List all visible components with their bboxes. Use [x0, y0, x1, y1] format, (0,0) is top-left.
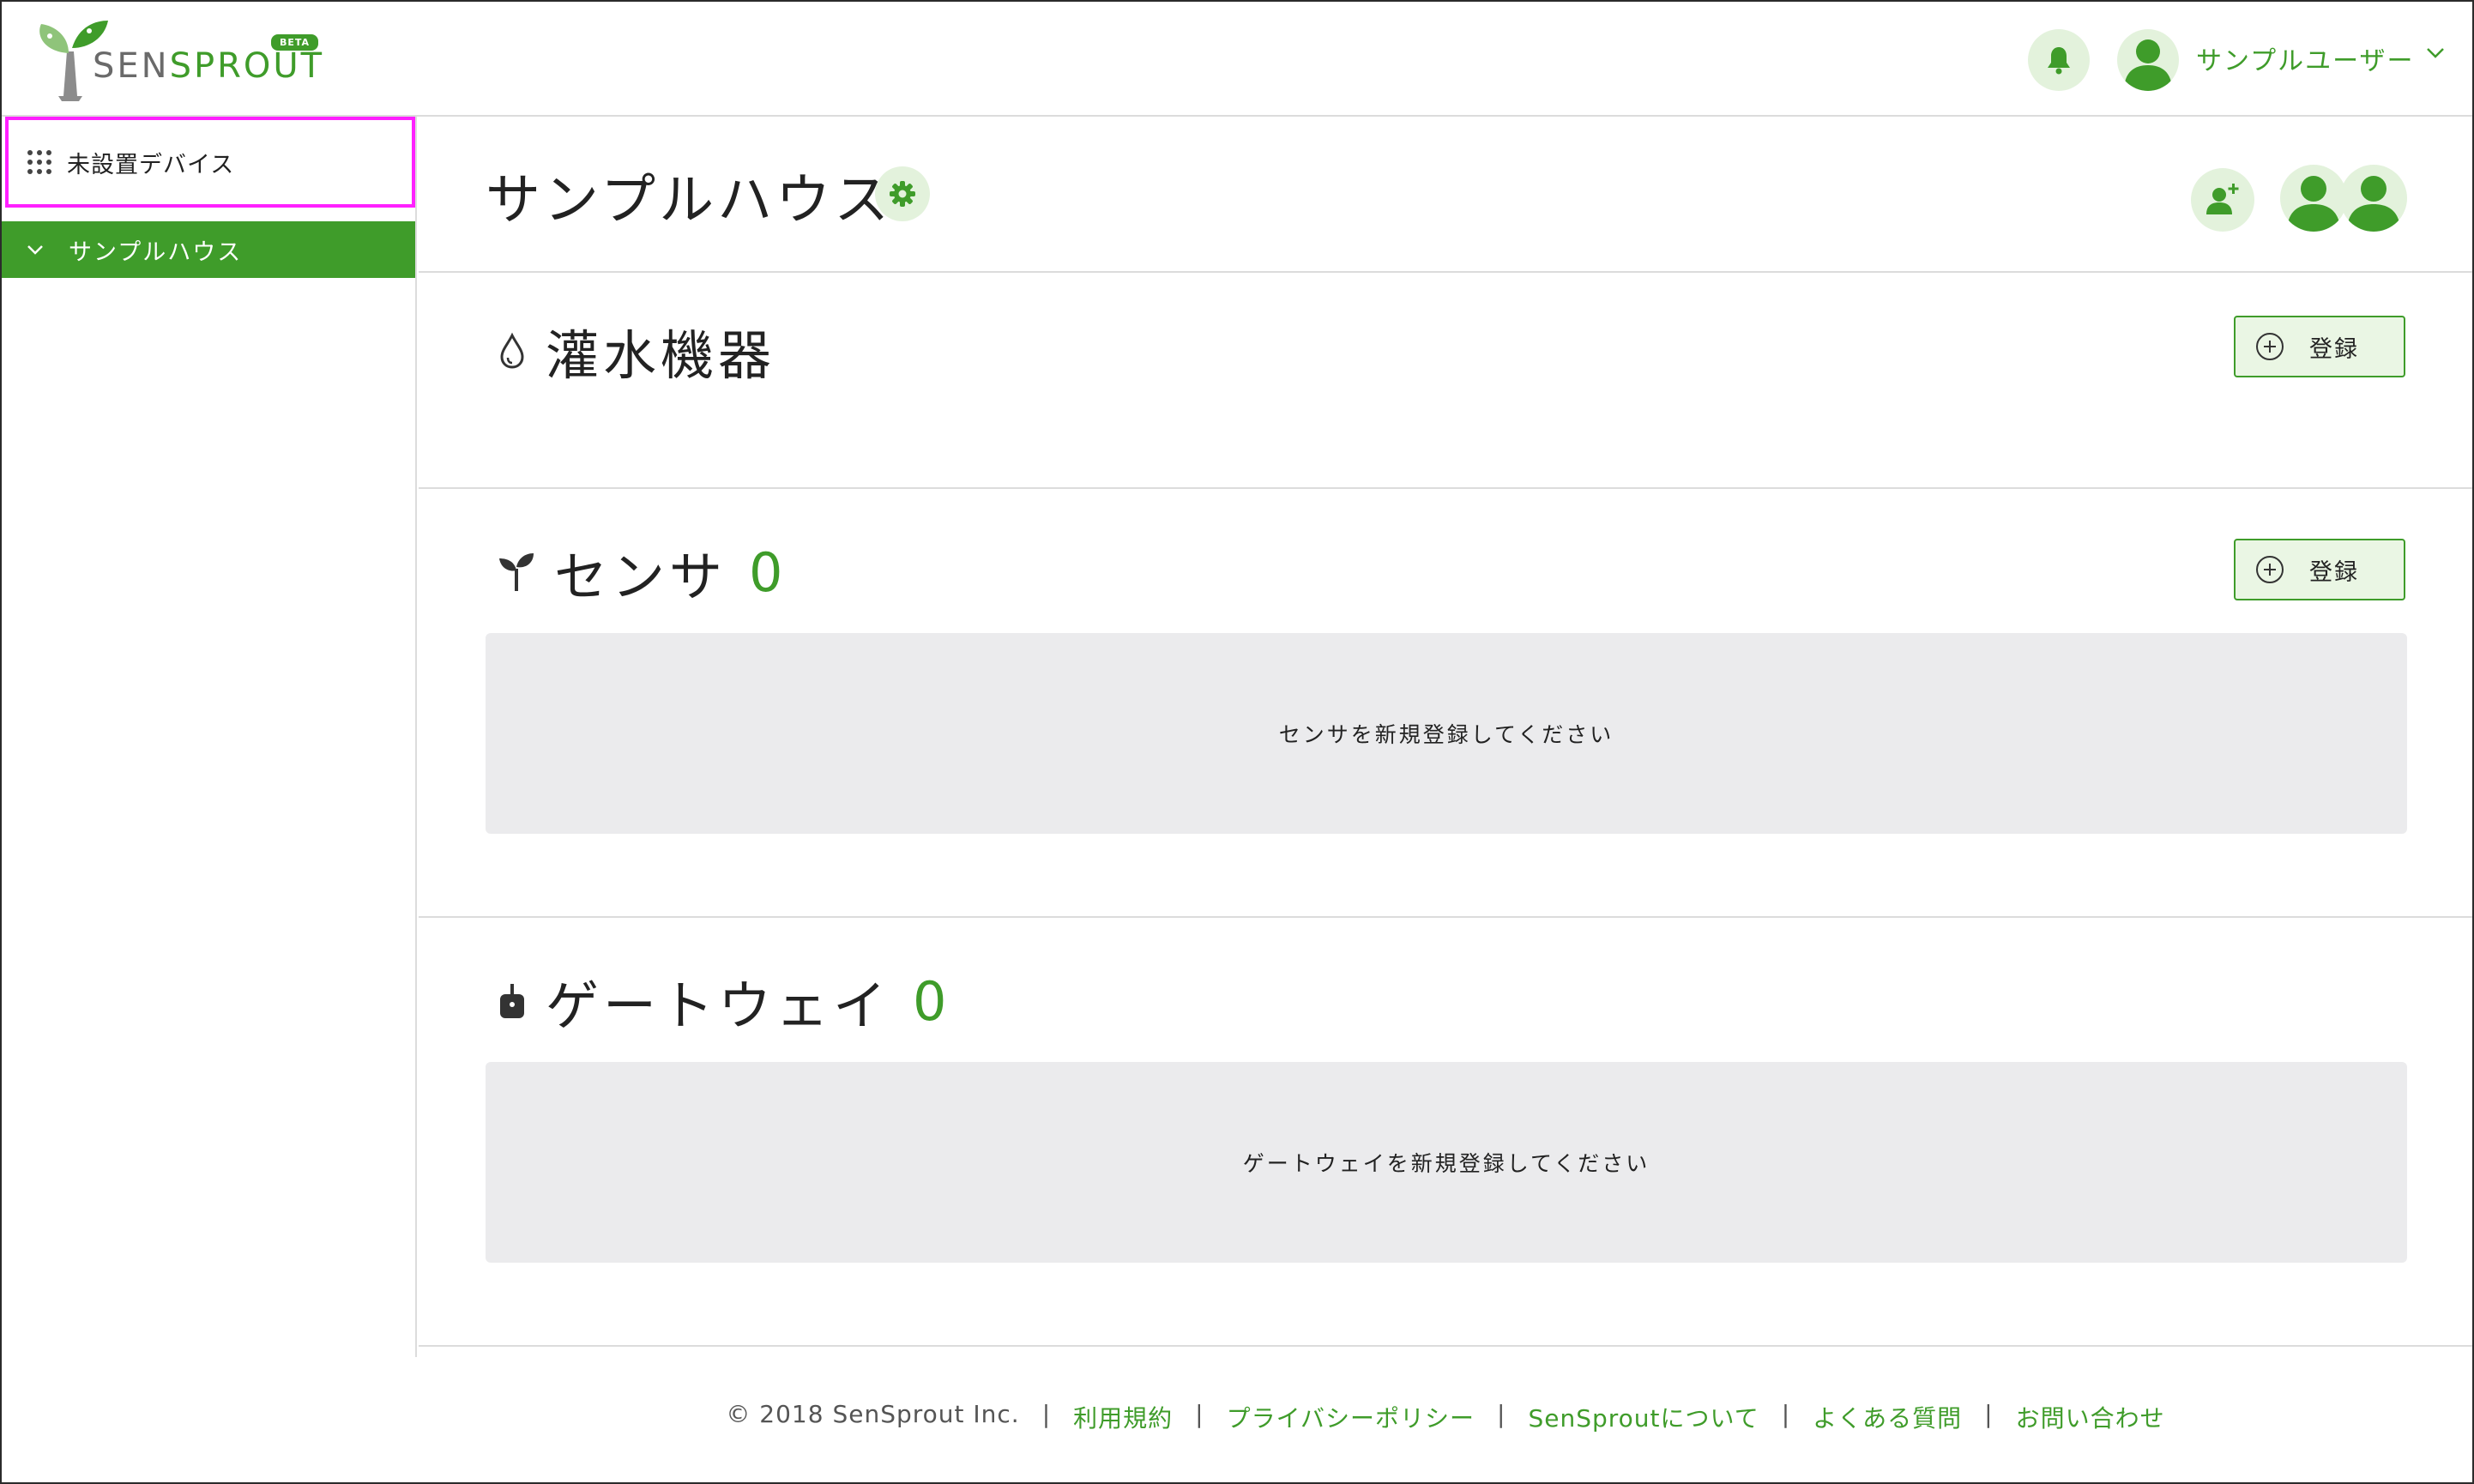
plus-circle-icon [2256, 333, 2284, 360]
add-member-button[interactable] [2191, 168, 2254, 232]
footer-link-privacy[interactable]: プライバシーポリシー [1227, 1400, 1475, 1434]
sidebar: 未設置デバイス サンプルハウス [2, 117, 417, 1357]
footer-link-faq[interactable]: よくある質問 [1813, 1400, 1962, 1434]
section-title: センサ [554, 546, 727, 608]
sensprout-logo[interactable]: SENSPROUT BETA [34, 17, 326, 103]
gateway-empty-state: ゲートウェイを新規登録してください [486, 1062, 2407, 1263]
section-heading: 灌水機器 [498, 312, 775, 389]
register-label: 登録 [2309, 558, 2359, 586]
footer-separator: | [1497, 1400, 1506, 1428]
gateway-count: 0 [913, 969, 947, 1033]
logo-text-sprout: SPROUT [169, 46, 325, 86]
chevron-down-icon[interactable] [2426, 46, 2445, 60]
sensor-section: センサ 0 登録 センサを新規登録してください [419, 489, 2472, 918]
member-avatar[interactable] [2340, 165, 2407, 232]
logo-wordmark: SENSPROUT [93, 46, 324, 86]
register-irrigation-button[interactable]: 登録 [2234, 316, 2405, 377]
footer: © 2018 SenSprout Inc. | 利用規約 | プライバシーポリシ… [419, 1357, 2472, 1477]
gateway-section: ゲートウェイ 0 登録 ゲートウェイを新規登録してください [419, 918, 2472, 1347]
footer-link-contact[interactable]: お問い合わせ [2016, 1400, 2165, 1434]
app-frame: SENSPROUT BETA サンプルユーザー 未設置デバイス サンプルハウス … [0, 0, 2474, 1484]
section-heading: ゲートウェイ 0 [498, 962, 946, 1040]
sensor-count: 0 [749, 540, 783, 604]
gear-icon [890, 181, 915, 207]
user-avatar[interactable] [2117, 29, 2179, 91]
member-avatar[interactable] [2280, 165, 2347, 232]
footer-link-about[interactable]: SenSproutについて [1528, 1400, 1759, 1434]
sidebar-item-label: 未設置デバイス [67, 151, 235, 178]
footer-separator: | [1041, 1400, 1052, 1428]
footer-separator: | [1984, 1400, 1994, 1428]
bell-icon [2048, 47, 2070, 75]
chevron-down-icon [27, 245, 43, 255]
notification-button[interactable] [2028, 29, 2090, 91]
gateway-icon [500, 984, 524, 1018]
section-title: 灌水機器 [546, 324, 776, 387]
water-drop-icon [500, 332, 524, 369]
footer-copyright: © 2018 SenSprout Inc. [726, 1400, 1020, 1428]
empty-message: ゲートウェイを新規登録してください [1242, 1151, 1650, 1176]
irrigation-section: 灌水機器 登録 [419, 273, 2472, 489]
footer-link-terms[interactable]: 利用規約 [1073, 1400, 1173, 1434]
user-icon [2287, 176, 2340, 232]
add-user-icon [2206, 184, 2239, 214]
beta-badge: BETA [271, 34, 319, 51]
logo-text-sen: SEN [93, 46, 170, 86]
page-title: サンプルハウス [486, 169, 893, 232]
user-icon [2124, 39, 2172, 91]
sidebar-item-sample-house[interactable]: サンプルハウス [2, 221, 415, 278]
top-header: SENSPROUT BETA サンプルユーザー [2, 2, 2472, 117]
sidebar-item-label: サンプルハウス [69, 238, 243, 266]
sidebar-item-unplaced-devices[interactable]: 未設置デバイス [5, 117, 415, 208]
grid-icon [27, 150, 51, 174]
house-header: サンプルハウス [419, 117, 2472, 273]
section-title: ゲートウェイ [546, 974, 891, 1037]
user-icon [2347, 176, 2400, 232]
sprout-icon [499, 553, 534, 591]
empty-message: センサを新規登録してください [1278, 722, 1614, 747]
plus-circle-icon [2256, 556, 2284, 583]
footer-separator: | [1781, 1400, 1791, 1428]
sensor-empty-state: センサを新規登録してください [486, 633, 2407, 834]
register-sensor-button[interactable]: 登録 [2234, 539, 2405, 600]
footer-separator: | [1195, 1400, 1204, 1428]
house-settings-button[interactable] [875, 166, 930, 221]
section-heading: センサ 0 [498, 534, 782, 611]
user-name[interactable]: サンプルユーザー [2196, 39, 2415, 77]
register-label: 登録 [2309, 335, 2359, 363]
